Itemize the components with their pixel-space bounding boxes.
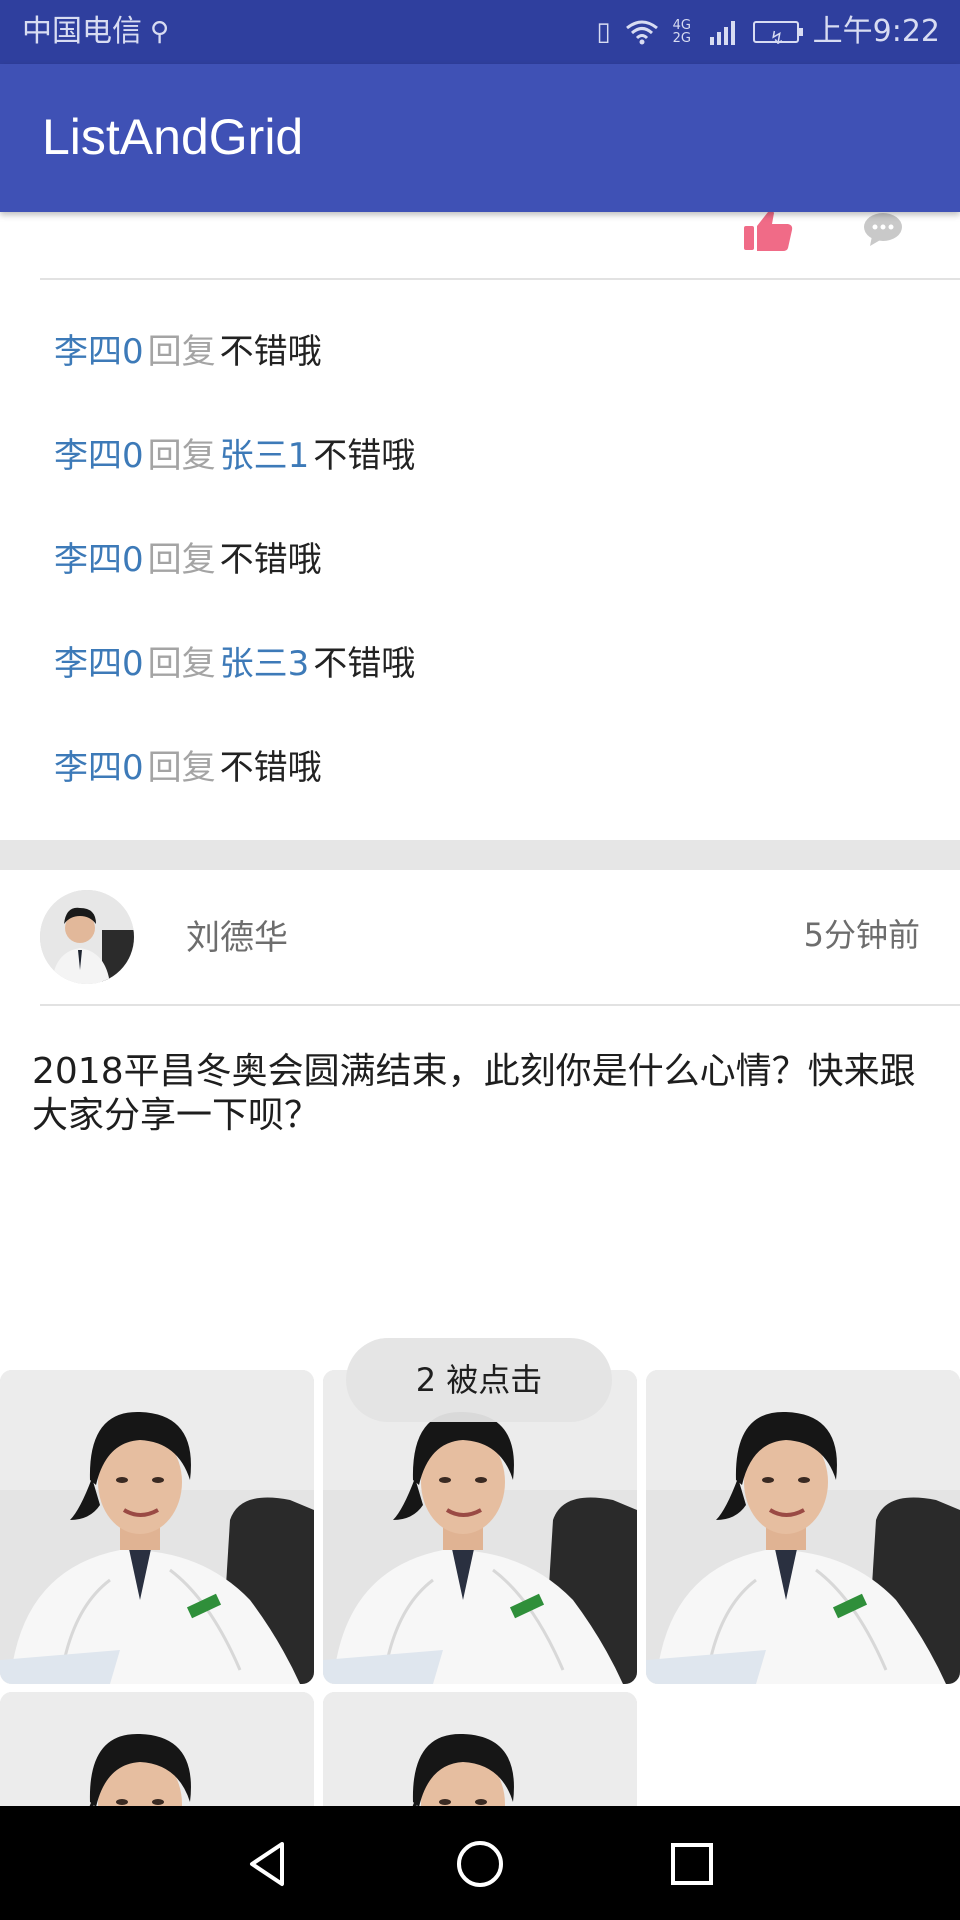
grid-image[interactable] xyxy=(0,1692,314,1806)
reply-text: 不错哦 xyxy=(219,748,322,788)
post-body: 2018平昌冬奥会圆满结束，此刻你是什么心情？快来跟大家分享一下呗？ xyxy=(32,1051,916,1136)
reply-target[interactable]: 张三3 xyxy=(220,644,310,684)
reply-author[interactable]: 李四0 xyxy=(54,748,144,788)
usb-icon: ⚲ xyxy=(150,17,170,47)
wifi-icon xyxy=(625,20,658,45)
signal-icon xyxy=(709,21,735,45)
reply-item[interactable]: 李四0 回复 不错哦 xyxy=(0,716,960,820)
post-time: 5分钟前 xyxy=(803,916,920,954)
navigation-bar xyxy=(0,1806,960,1920)
network-type-label: 4G 2G xyxy=(672,18,691,46)
reply-text: 不错哦 xyxy=(219,540,322,580)
divider xyxy=(40,278,960,280)
section-separator xyxy=(0,840,960,870)
reply-verb: 回复 xyxy=(147,540,216,580)
status-bar: 中国电信 ⚲ ▯ 4G 2G ↯ 上午9:22 xyxy=(0,0,960,64)
recents-square-icon[interactable] xyxy=(664,1836,720,1892)
battery-charging-icon: ↯ xyxy=(752,21,803,49)
reply-list: 李四0 回复 不错哦 李四0 回复 张三1 不错哦 李四0 回复 不错哦 李四0 回复 张三3 不错… xyxy=(0,300,960,820)
reply-verb: 回复 xyxy=(147,748,216,788)
app-bar: ListAndGrid xyxy=(0,64,960,212)
back-triangle-icon[interactable] xyxy=(240,1836,296,1892)
post-action-row xyxy=(0,212,960,280)
clock-label: 上午9:22 xyxy=(812,14,940,49)
reply-verb: 回复 xyxy=(147,436,216,476)
grid-image[interactable] xyxy=(0,1370,314,1684)
reply-text: 不错哦 xyxy=(219,332,322,372)
reply-item[interactable]: 李四0 回复 不错哦 xyxy=(0,508,960,612)
reply-author[interactable]: 李四0 xyxy=(54,436,144,476)
home-circle-icon[interactable] xyxy=(452,1836,508,1892)
grid-image[interactable] xyxy=(646,1370,960,1684)
reply-item[interactable]: 李四0 回复 不错哦 xyxy=(0,300,960,404)
reply-text: 不错哦 xyxy=(313,436,416,476)
reply-author[interactable]: 李四0 xyxy=(54,644,144,684)
reply-item[interactable]: 李四0 回复 张三3 不错哦 xyxy=(0,612,960,716)
carrier-label: 中国电信 xyxy=(22,14,142,49)
reply-item[interactable]: 李四0 回复 张三1 不错哦 xyxy=(0,404,960,508)
reply-author[interactable]: 李四0 xyxy=(54,540,144,580)
reply-text: 不错哦 xyxy=(313,644,416,684)
divider xyxy=(40,1004,960,1006)
reply-verb: 回复 xyxy=(147,332,216,372)
app-title: ListAndGrid xyxy=(42,109,304,165)
reply-author[interactable]: 李四0 xyxy=(54,332,144,372)
post-author[interactable]: 刘德华 xyxy=(186,910,288,959)
toast-message: 2 被点击 xyxy=(346,1338,612,1422)
reply-target[interactable]: 张三1 xyxy=(220,436,310,476)
grid-image[interactable] xyxy=(323,1692,637,1806)
vibrate-icon: ▯ xyxy=(596,17,611,47)
avatar[interactable] xyxy=(40,890,134,984)
reply-verb: 回复 xyxy=(147,644,216,684)
comment-icon[interactable] xyxy=(862,212,904,248)
feed-list[interactable]: 李四0 回复 不错哦 李四0 回复 张三1 不错哦 李四0 回复 不错哦 李四0 回复 张三3 不错… xyxy=(0,212,960,1806)
thumbs-up-icon[interactable] xyxy=(742,212,794,252)
